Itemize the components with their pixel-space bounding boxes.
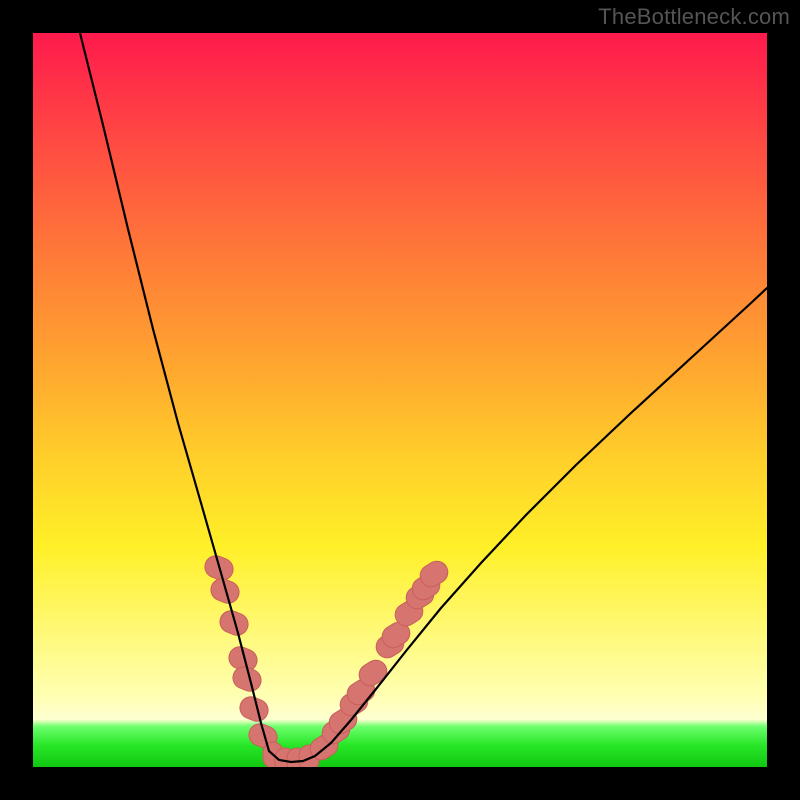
chart-svg [33,33,767,767]
watermark-text: TheBottleneck.com [598,4,790,30]
curve-marker [217,607,252,638]
marker-group [202,552,452,767]
bottleneck-curve [80,33,767,762]
outer-frame: TheBottleneck.com [0,0,800,800]
plot-area [33,33,767,767]
